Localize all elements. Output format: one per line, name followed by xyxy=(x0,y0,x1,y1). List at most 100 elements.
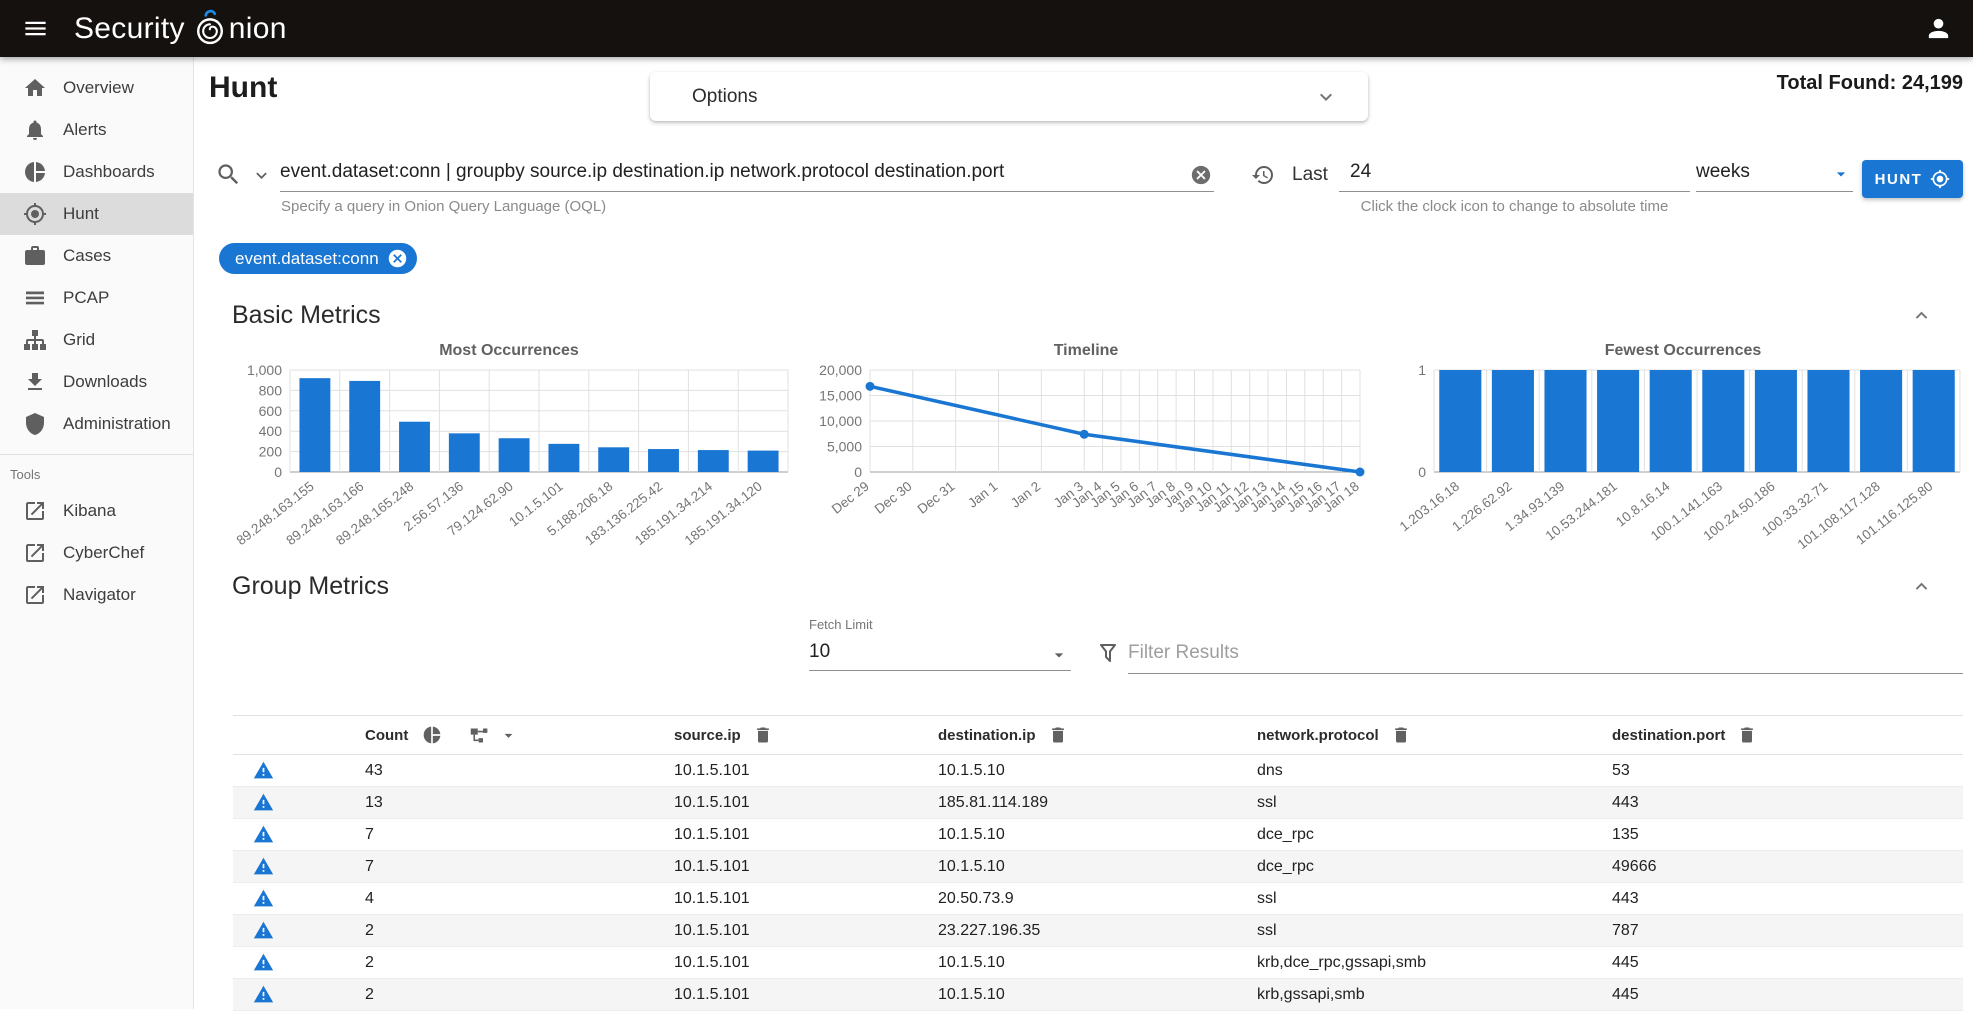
alert-triangle-icon[interactable] xyxy=(253,920,274,941)
cell-destination-ip: 10.1.5.10 xyxy=(938,826,1257,844)
sidebar-item-navigator[interactable]: Navigator xyxy=(0,574,193,616)
options-label: Options xyxy=(692,86,757,108)
remove-column-icon[interactable] xyxy=(1737,725,1757,745)
sidebar-item-grid[interactable]: Grid xyxy=(0,319,193,361)
query-dropdown-icon[interactable] xyxy=(251,165,272,186)
group-metrics-title: Group Metrics xyxy=(232,572,389,601)
cell-destination-ip: 10.1.5.10 xyxy=(938,762,1257,780)
table-row[interactable]: 710.1.5.10110.1.5.10dce_rpc49666 xyxy=(233,851,1963,883)
remove-column-icon[interactable] xyxy=(1048,725,1068,745)
column-header-label: Count xyxy=(365,727,408,744)
table-row[interactable]: 4310.1.5.10110.1.5.10dns53 xyxy=(233,755,1963,787)
sidebar-item-label: Navigator xyxy=(63,585,136,605)
cell-network-protocol: ssl xyxy=(1257,890,1612,908)
alert-triangle-icon[interactable] xyxy=(253,792,274,813)
cell-source-ip: 10.1.5.101 xyxy=(674,826,938,844)
table-row[interactable]: 210.1.5.10110.1.5.10krb,dce_rpc,gssapi,s… xyxy=(233,947,1963,979)
options-panel[interactable]: Options xyxy=(650,72,1368,121)
column-header-destination-port[interactable]: destination.port xyxy=(1612,725,1963,745)
alert-triangle-icon[interactable] xyxy=(253,888,274,909)
sankey-diagram-icon[interactable] xyxy=(469,725,490,746)
filter-results-input[interactable] xyxy=(1128,637,1963,673)
sidebar-item-label: PCAP xyxy=(63,288,109,308)
svg-text:15,000: 15,000 xyxy=(819,388,862,404)
remove-column-icon[interactable] xyxy=(1391,725,1411,745)
history-clock-icon[interactable] xyxy=(1251,163,1275,187)
sidebar-item-label: Overview xyxy=(63,78,134,98)
cell-source-ip: 10.1.5.101 xyxy=(674,794,938,812)
time-value-input[interactable] xyxy=(1339,157,1690,191)
row-actions-cell xyxy=(233,952,365,973)
external-link-icon xyxy=(23,541,47,565)
fetch-limit-select[interactable]: 10 xyxy=(809,637,1071,671)
table-row[interactable]: 410.1.5.10120.50.73.9ssl443 xyxy=(233,883,1963,915)
sidebar-item-cyberchef[interactable]: CyberChef xyxy=(0,532,193,574)
fetch-limit-value: 10 xyxy=(809,637,1071,663)
remove-filter-icon[interactable] xyxy=(387,248,408,269)
time-unit-select[interactable]: weeks xyxy=(1696,157,1853,192)
timeline-chart: Timeline05,00010,00015,00020,000Dec 29De… xyxy=(800,342,1372,560)
sidebar-item-administration[interactable]: Administration xyxy=(0,403,193,445)
crosshairs-icon xyxy=(23,202,47,226)
sidebar-item-label: Hunt xyxy=(63,204,99,224)
sidebar-item-cases[interactable]: Cases xyxy=(0,235,193,277)
table-row[interactable]: 1310.1.5.101185.81.114.189ssl443 xyxy=(233,787,1963,819)
cell-destination-port: 53 xyxy=(1612,762,1963,780)
cell-source-ip: 10.1.5.101 xyxy=(674,858,938,876)
alert-triangle-icon[interactable] xyxy=(253,824,274,845)
sidebar-item-downloads[interactable]: Downloads xyxy=(0,361,193,403)
select-arrow-icon[interactable] xyxy=(1831,164,1851,184)
clear-query-icon[interactable] xyxy=(1190,164,1212,186)
column-header-count[interactable]: Count xyxy=(365,725,674,746)
cell-network-protocol: krb,dce_rpc,gssapi,smb xyxy=(1257,954,1612,972)
column-header-network-protocol[interactable]: network.protocol xyxy=(1257,725,1612,745)
crosshairs-icon xyxy=(1930,169,1950,189)
sidebar-item-alerts[interactable]: Alerts xyxy=(0,109,193,151)
fewest-occurrences-chart: Fewest Occurrences011.203.16.181.226.62.… xyxy=(1400,342,1966,560)
user-icon[interactable] xyxy=(1924,14,1953,43)
column-header-source-ip[interactable]: source.ip xyxy=(674,725,938,745)
cell-count: 7 xyxy=(365,826,674,844)
pie-chart-icon[interactable] xyxy=(422,725,442,745)
sidebar-item-dashboards[interactable]: Dashboards xyxy=(0,151,193,193)
sidebar-item-hunt[interactable]: Hunt xyxy=(0,193,193,235)
sidebar-item-overview[interactable]: Overview xyxy=(0,67,193,109)
cell-destination-port: 49666 xyxy=(1612,858,1963,876)
remove-column-icon[interactable] xyxy=(753,725,773,745)
sidebar-item-pcap[interactable]: PCAP xyxy=(0,277,193,319)
onion-logo-icon xyxy=(192,8,228,48)
alert-triangle-icon[interactable] xyxy=(253,984,274,1005)
table-row[interactable]: 210.1.5.10123.227.196.35ssl787 xyxy=(233,915,1963,947)
lines-icon xyxy=(23,286,47,310)
table-row[interactable]: 210.1.5.10110.1.5.10krb,gssapi,smb445 xyxy=(233,979,1963,1011)
query-input[interactable] xyxy=(280,157,1214,191)
fetch-limit-arrow-icon[interactable] xyxy=(1049,645,1069,665)
search-icon[interactable] xyxy=(215,161,242,188)
column-header-destination-ip[interactable]: destination.ip xyxy=(938,725,1257,745)
external-link-icon xyxy=(23,583,47,607)
row-actions-cell xyxy=(233,888,365,909)
collapse-basic-metrics-icon[interactable] xyxy=(1910,304,1933,327)
cell-network-protocol: krb,gssapi,smb xyxy=(1257,986,1612,1004)
main-content: Hunt Options Total Found: 24,199 Specify… xyxy=(194,57,1973,1009)
svg-text:Jan 1: Jan 1 xyxy=(965,479,1000,511)
filter-chip[interactable]: event.dataset:conn xyxy=(219,243,417,274)
cell-source-ip: 10.1.5.101 xyxy=(674,890,938,908)
chart-type-dropdown-icon[interactable] xyxy=(499,726,518,745)
sidebar-tools: KibanaCyberChef Navigator xyxy=(0,490,193,616)
chevron-down-icon[interactable] xyxy=(1314,85,1338,109)
row-actions-cell xyxy=(233,792,365,813)
alert-triangle-icon[interactable] xyxy=(253,952,274,973)
time-value-wrap xyxy=(1339,157,1690,192)
collapse-group-metrics-icon[interactable] xyxy=(1910,575,1933,598)
sidebar-item-kibana[interactable]: Kibana xyxy=(0,490,193,532)
column-header-label: network.protocol xyxy=(1257,727,1379,744)
alert-triangle-icon[interactable] xyxy=(253,760,274,781)
svg-text:0: 0 xyxy=(274,464,282,480)
cell-count: 2 xyxy=(365,986,674,1004)
menu-icon[interactable] xyxy=(22,15,49,42)
alert-triangle-icon[interactable] xyxy=(253,856,274,877)
cell-destination-ip: 20.50.73.9 xyxy=(938,890,1257,908)
hunt-button[interactable]: HUNT xyxy=(1862,160,1963,198)
table-row[interactable]: 710.1.5.10110.1.5.10dce_rpc135 xyxy=(233,819,1963,851)
